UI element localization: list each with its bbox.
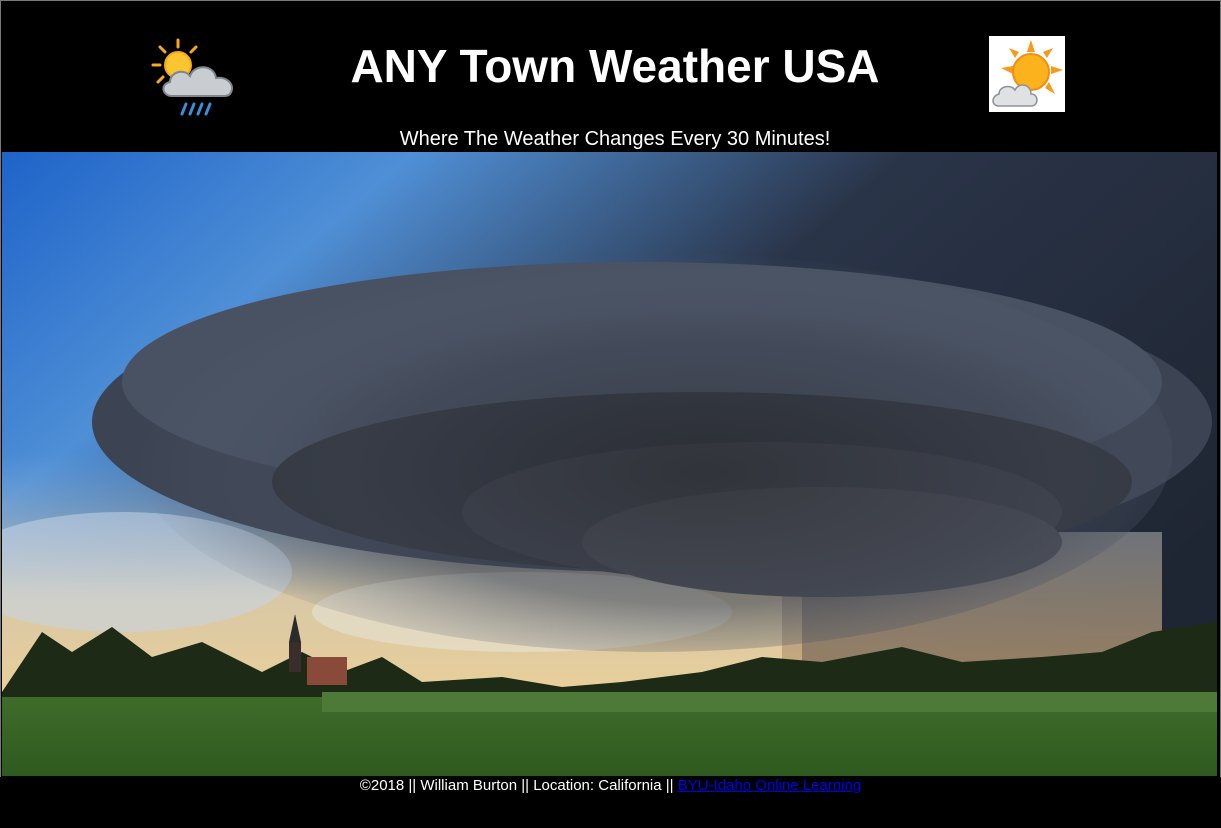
- footer-text: ©2018 || William Burton || Location: Cal…: [0, 777, 1221, 795]
- copyright: ©2018: [359, 777, 405, 794]
- sun-behind-cloud-icon: [989, 36, 1065, 112]
- separator: ||: [661, 777, 678, 794]
- separator: ||: [404, 777, 421, 794]
- supercell-storm-photo: [2, 152, 1217, 776]
- location: Location: California: [533, 777, 662, 794]
- site-header: ANY Town Weather USA Where The Weather C…: [2, 2, 1218, 152]
- author-name: William Burton: [420, 777, 518, 794]
- site-footer: ©2018 || William Burton || Location: Cal…: [0, 777, 1221, 828]
- byui-online-learning-link[interactable]: BYU-Idaho Online Learning: [678, 777, 861, 794]
- page: ANY Town Weather USA Where The Weather C…: [0, 0, 1221, 828]
- tagline: Where The Weather Changes Every 30 Minut…: [399, 128, 831, 150]
- separator: ||: [517, 777, 534, 794]
